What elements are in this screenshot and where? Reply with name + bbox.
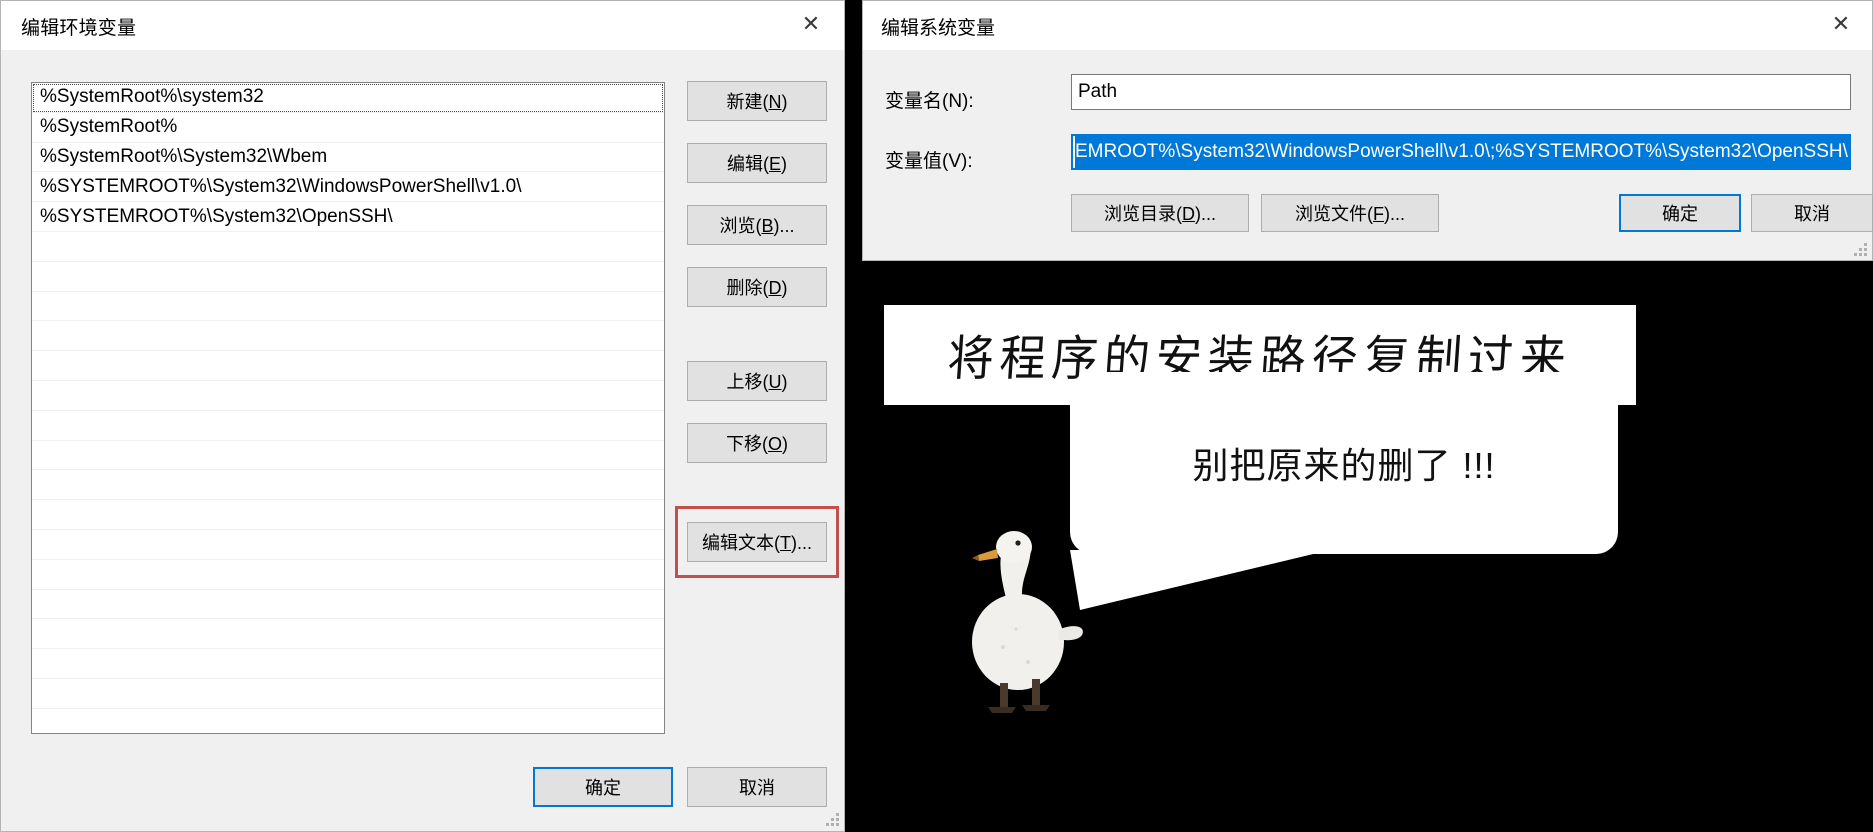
browse-file-button[interactable]: 浏览文件(F)... [1261, 194, 1439, 232]
browse-directory-button[interactable]: 浏览目录(D)... [1071, 194, 1249, 232]
close-glyph: ✕ [801, 12, 821, 37]
close-icon[interactable]: ✕ [1814, 1, 1868, 49]
list-item-empty[interactable] [32, 560, 664, 590]
list-item-empty[interactable] [32, 321, 664, 352]
variable-name-label: 变量名(N): [885, 91, 974, 112]
browse-button[interactable]: 浏览(B)... [687, 205, 827, 245]
new-button[interactable]: 新建(N) [687, 81, 827, 121]
edit-button[interactable]: 编辑(E) [687, 143, 827, 183]
move-up-button[interactable]: 上移(U) [687, 361, 827, 401]
browse-button-label: 浏览(B)... [719, 216, 795, 236]
list-item[interactable]: %SystemRoot%\System32\Wbem [32, 143, 664, 173]
cancel-button-label: 取消 [739, 778, 775, 798]
speech-bubble: 别把原来的删了 !!! [1070, 372, 1618, 610]
move-up-button-label: 上移(U) [726, 372, 788, 392]
list-item-empty[interactable] [32, 530, 664, 560]
ok-button[interactable]: 确定 [533, 767, 673, 807]
list-item[interactable]: %SystemRoot%\system32 [32, 83, 664, 113]
edit-system-variable-dialog: 编辑系统变量 ✕ 变量名(N): Path 变量值(V): EMROOT%\Sy… [862, 0, 1873, 261]
list-item-empty[interactable] [32, 381, 664, 411]
cancel-button-label: 取消 [1794, 204, 1830, 224]
left-dialog-title: 编辑环境变量 [21, 18, 137, 39]
speech-bubble-text: 别把原来的删了 !!! [1192, 445, 1496, 486]
resize-grip-icon[interactable] [1854, 243, 1868, 257]
list-item-empty[interactable] [32, 590, 664, 620]
variable-name-input[interactable]: Path [1071, 74, 1851, 110]
edit-text-button-label: 编辑文本(T)... [702, 533, 812, 553]
move-down-button-label: 下移(O) [725, 434, 788, 454]
variable-value-selected-text: EMROOT%\System32\WindowsPowerShell\v1.0\… [1075, 136, 1849, 168]
goose-image [972, 531, 1083, 713]
browse-file-button-label: 浏览文件(F)... [1295, 204, 1405, 224]
delete-button-label: 删除(D) [726, 278, 788, 298]
move-down-button[interactable]: 下移(O) [687, 423, 827, 463]
ok-button[interactable]: 确定 [1619, 194, 1741, 232]
list-item-empty[interactable] [32, 619, 664, 650]
ok-button-label: 确定 [585, 778, 621, 798]
variable-value-input[interactable]: EMROOT%\System32\WindowsPowerShell\v1.0\… [1071, 134, 1851, 170]
list-item-empty[interactable] [32, 292, 664, 322]
cancel-button[interactable]: 取消 [687, 767, 827, 807]
resize-grip-icon[interactable] [826, 813, 840, 827]
browse-directory-button-label: 浏览目录(D)... [1104, 204, 1216, 224]
list-item-empty[interactable] [32, 709, 664, 733]
edit-text-button[interactable]: 编辑文本(T)... [687, 522, 827, 562]
right-dialog-titlebar: 编辑系统变量 ✕ [863, 1, 1872, 50]
right-dialog-title: 编辑系统变量 [881, 18, 996, 39]
cancel-button[interactable]: 取消 [1751, 194, 1873, 232]
path-list[interactable]: %SystemRoot%\system32 %SystemRoot% %Syst… [31, 82, 665, 734]
list-item-empty[interactable] [32, 679, 664, 709]
list-item-empty[interactable] [32, 232, 664, 262]
list-item-empty[interactable] [32, 351, 664, 381]
left-dialog-titlebar: 编辑环境变量 ✕ [1, 1, 844, 50]
speech-bubble-tail-icon [1070, 550, 1330, 610]
list-item-empty[interactable] [32, 441, 664, 471]
annotation-overlay: 将程序的安装路径复制过来 别把原来的删了 !!! [862, 262, 1873, 832]
list-item[interactable]: %SystemRoot% [32, 113, 664, 143]
close-icon[interactable]: ✕ [784, 1, 838, 49]
ok-button-label: 确定 [1662, 204, 1698, 224]
list-item-empty[interactable] [32, 500, 664, 530]
new-button-label: 新建(N) [726, 92, 788, 112]
list-item-empty[interactable] [32, 470, 664, 501]
list-item[interactable]: %SYSTEMROOT%\System32\OpenSSH\ [32, 202, 664, 232]
edit-button-label: 编辑(E) [726, 154, 787, 174]
list-item-empty[interactable] [32, 649, 664, 679]
list-item-empty[interactable] [32, 411, 664, 441]
edit-environment-variable-dialog: 编辑环境变量 ✕ %SystemRoot%\system32 %SystemRo… [0, 0, 845, 832]
close-glyph: ✕ [1831, 12, 1851, 37]
delete-button[interactable]: 删除(D) [687, 267, 827, 307]
list-item[interactable]: %SYSTEMROOT%\System32\WindowsPowerShell\… [32, 172, 664, 203]
list-item-empty[interactable] [32, 262, 664, 292]
variable-name-value: Path [1078, 81, 1118, 102]
variable-value-label: 变量值(V): [885, 151, 973, 172]
